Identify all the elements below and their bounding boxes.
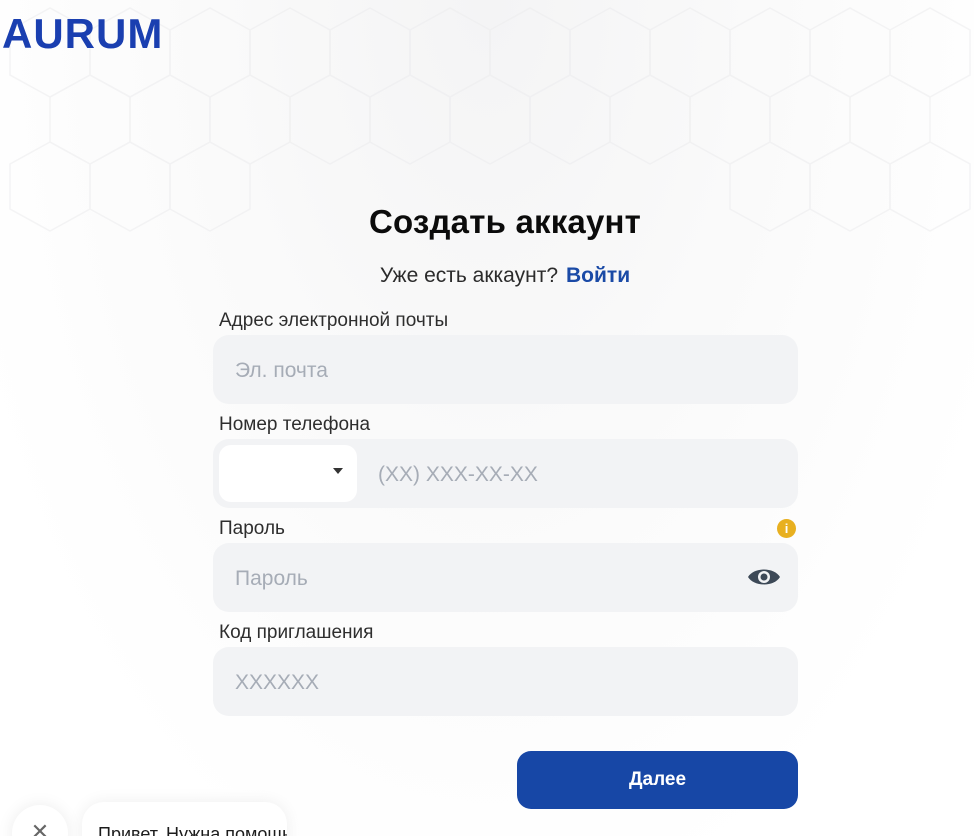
login-prompt: Уже есть аккаунт? Войти bbox=[0, 264, 974, 288]
chat-bubble[interactable]: Привет. Нужна помощь? bbox=[82, 802, 287, 836]
phone-label: Номер телефона bbox=[219, 414, 371, 435]
password-field-container bbox=[213, 543, 798, 614]
phone-field-container bbox=[213, 439, 860, 510]
email-input[interactable] bbox=[233, 335, 717, 406]
invite-code-field-container bbox=[213, 647, 798, 718]
page-title: Создать аккаунт bbox=[368, 203, 642, 240]
password-input[interactable] bbox=[233, 543, 717, 614]
invite-code-label: Код приглашения bbox=[219, 622, 374, 643]
signup-page: AURUM Создать аккаунт Уже есть аккаунт? В… bbox=[0, 0, 974, 836]
chat-close-button[interactable]: ✕ bbox=[12, 805, 68, 836]
password-label: Пароль bbox=[219, 518, 285, 539]
eye-icon[interactable] bbox=[747, 565, 781, 589]
phone-input[interactable] bbox=[376, 439, 860, 510]
email-label: Адрес электронной почты bbox=[219, 310, 449, 331]
chat-message: Привет. Нужна помощь? bbox=[98, 824, 287, 836]
chevron-down-icon bbox=[333, 468, 343, 474]
info-icon[interactable]: i bbox=[777, 519, 796, 538]
close-icon: ✕ bbox=[30, 819, 50, 836]
login-link[interactable]: Войти bbox=[566, 264, 630, 287]
next-button[interactable]: Далее bbox=[517, 751, 798, 809]
email-field-container bbox=[213, 335, 798, 406]
logo-text: AURUM bbox=[2, 12, 163, 56]
invite-code-input[interactable] bbox=[233, 647, 717, 718]
has-account-text: Уже есть аккаунт? bbox=[379, 264, 559, 287]
aurum-logo: AURUM bbox=[2, 12, 163, 56]
country-code-select[interactable] bbox=[219, 445, 357, 502]
